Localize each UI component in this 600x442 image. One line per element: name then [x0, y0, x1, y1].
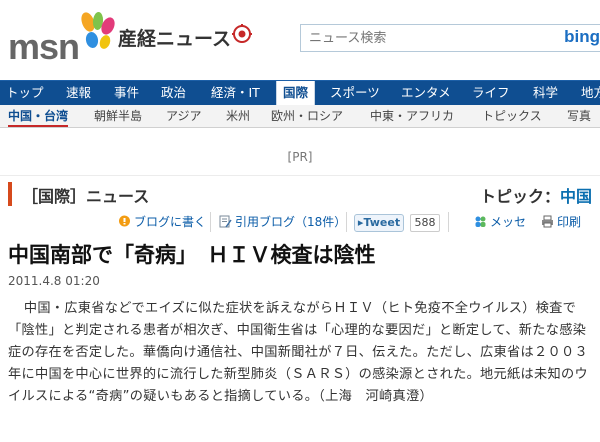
print-link[interactable]: 印刷 — [541, 213, 581, 231]
article-headline: 中国南部で「奇病」 ＨＩＶ検査は陰性 — [8, 243, 376, 267]
nav-item-incidents[interactable]: 事件 — [114, 81, 139, 105]
subnav-item-china-taiwan[interactable]: 中国・台湾 — [8, 105, 69, 127]
topic-label: トピック：中国 — [480, 183, 592, 207]
nav-item-entertainment[interactable]: エンタメ — [401, 81, 451, 105]
subnav-item-korea[interactable]: 朝鮮半島 — [94, 105, 142, 127]
search-input[interactable] — [301, 25, 537, 51]
nav-item-science[interactable]: 科学 — [533, 81, 558, 105]
nav-item-local[interactable]: 地方 — [581, 81, 600, 105]
nav-item-politics[interactable]: 政治 — [161, 81, 186, 105]
subnav-item-europe-russia[interactable]: 欧州・ロシア — [271, 105, 343, 127]
topic-link[interactable]: 中国 — [560, 187, 592, 206]
topic-prefix: トピック： — [479, 187, 560, 206]
subnav-item-mideast-africa[interactable]: 中東・アフリカ — [370, 105, 454, 127]
site-header: msn 産経ニュース bing — [0, 0, 600, 80]
toolbar-divider — [346, 212, 347, 232]
nav-item-breaking[interactable]: 速報 — [66, 81, 91, 105]
pr-label[interactable]: [PR] — [0, 150, 600, 164]
subnav-item-topics[interactable]: トピックス — [482, 105, 542, 127]
speech-bubble-icon — [119, 215, 130, 227]
tweet-label: Tweet — [363, 216, 401, 229]
messe-link[interactable]: メッセ — [474, 213, 526, 231]
toolbar-divider — [210, 212, 211, 232]
subnav-item-photos[interactable]: 写真 — [567, 105, 591, 127]
printer-icon — [542, 215, 553, 228]
search-box: bing — [300, 24, 600, 52]
pencil-note-icon — [219, 215, 232, 228]
nav-item-international[interactable]: 国際 — [276, 81, 316, 105]
msn-logo-text: msn — [8, 26, 80, 67]
section-title: ［国際］ニュース — [22, 187, 150, 206]
section-accent-bar — [8, 182, 12, 206]
messe-label: メッセ — [490, 215, 527, 229]
nav-item-life[interactable]: ライフ — [472, 81, 510, 105]
divider — [0, 175, 600, 176]
blog-write-label: ブログに書く — [134, 215, 207, 229]
nav-item-sports[interactable]: スポーツ — [330, 81, 380, 105]
site-name[interactable]: 産経ニュース — [118, 24, 231, 51]
tweet-count: 588 — [410, 214, 440, 232]
nav-item-top[interactable]: トップ — [6, 81, 44, 105]
quote-blog-label: 引用ブログ（18件） — [235, 215, 347, 229]
subnav-item-asia[interactable]: アジア — [166, 105, 202, 127]
quote-blog-link[interactable]: 引用ブログ（18件） — [219, 213, 346, 231]
article-toolbar: ブログに書く 引用ブログ（18件） ▸Tweet 588 メッセ 印刷 — [0, 210, 600, 234]
nav-item-economy[interactable]: 経済・IT — [211, 81, 260, 105]
subnav-item-americas[interactable]: 米州 — [226, 105, 250, 127]
messenger-icon — [475, 216, 486, 227]
main-nav: トップ 速報 事件 政治 経済・IT 国際 スポーツ エンタメ ライフ 科学 地… — [0, 80, 600, 105]
toolbar-divider — [448, 212, 449, 232]
blog-write-link[interactable]: ブログに書く — [118, 213, 206, 231]
print-label: 印刷 — [557, 215, 582, 229]
sankei-eye-icon — [232, 24, 252, 43]
tweet-button[interactable]: ▸Tweet — [354, 214, 404, 232]
sub-nav: 中国・台湾 朝鮮半島 アジア 米州 欧州・ロシア 中東・アフリカ トピックス 写… — [0, 105, 600, 128]
bing-search-button[interactable]: bing — [564, 27, 600, 47]
article-date: 2011.4.8 01:20 — [8, 274, 100, 288]
article-body: 中国・広東省などでエイズに似た症状を訴えながらＨＩＶ（ヒト免疫不全ウイルス）検査… — [8, 301, 588, 404]
butterfly-icon — [81, 12, 115, 49]
